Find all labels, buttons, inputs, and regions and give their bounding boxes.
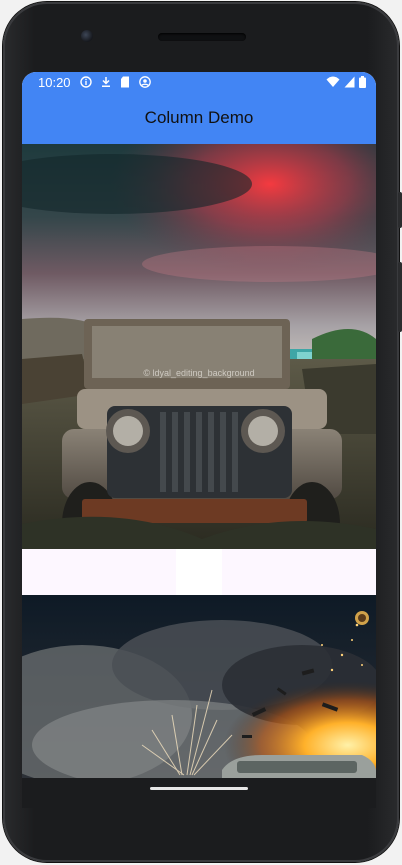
status-time: 10:20 [38, 75, 71, 90]
battery-icon [359, 76, 366, 88]
wifi-icon [326, 76, 340, 88]
download-icon [101, 76, 111, 88]
spacer-row [22, 549, 376, 595]
screen: 10:20 Column Demo © ldyal_editing_backgr… [22, 72, 376, 778]
front-camera [81, 30, 93, 42]
status-icons-right [326, 76, 366, 88]
status-icons-left [80, 76, 151, 88]
sd-card-icon [120, 76, 130, 88]
info-icon [80, 76, 92, 88]
explosion-image [22, 595, 376, 778]
account-circle-icon [139, 76, 151, 88]
status-bar: 10:20 [22, 72, 376, 94]
spacer-gap [176, 549, 222, 595]
app-bar: Column Demo [22, 94, 376, 144]
volume-button [398, 192, 402, 228]
cell-signal-icon [344, 76, 355, 88]
page-title: Column Demo [144, 108, 254, 127]
jeep-image: © ldyal_editing_background [22, 144, 376, 549]
earpiece-speaker [158, 33, 246, 41]
home-indicator[interactable] [150, 787, 248, 790]
watermark-text: © ldyal_editing_background [143, 368, 254, 378]
power-button [398, 262, 402, 332]
navigation-bar [22, 778, 376, 808]
